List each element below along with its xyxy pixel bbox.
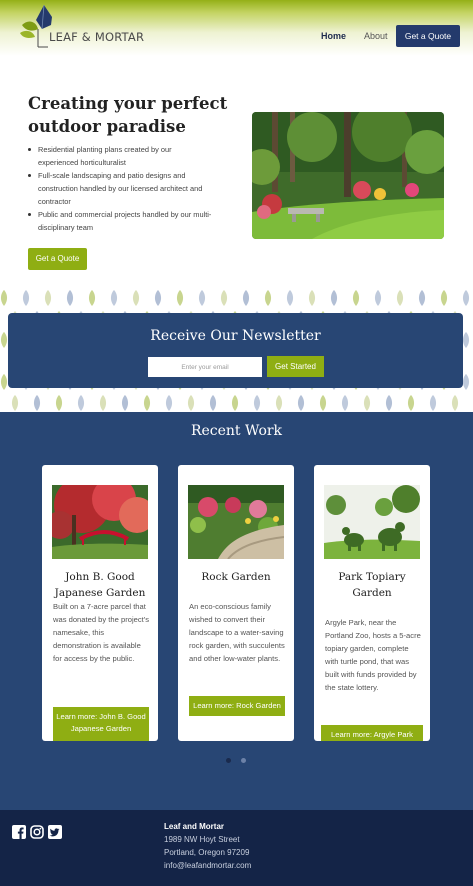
get-started-button[interactable]: Get Started	[267, 356, 324, 377]
hero-feature-list: Residential planting plans created by ou…	[28, 143, 213, 234]
list-item: Full-scale landscaping and patio designs…	[28, 169, 213, 208]
hero-garden-image	[252, 112, 444, 239]
recent-work-section: Recent Work John B. Good Japanese Garden…	[0, 412, 473, 810]
email-input[interactable]	[148, 357, 262, 377]
carousel-dot[interactable]	[241, 758, 246, 763]
nav-about[interactable]: About	[364, 31, 388, 41]
card-title: John B. Good Japanese Garden	[54, 571, 146, 599]
card-description: Built on a 7-acre parcel that was donate…	[53, 602, 150, 663]
card-description: Argyle Park, near the Portland Zoo, host…	[325, 618, 421, 692]
topiary-garden-image	[324, 485, 420, 559]
instagram-icon[interactable]	[30, 825, 44, 839]
learn-more-button[interactable]: Learn more: Argyle Park	[321, 725, 423, 741]
learn-more-button[interactable]: Learn more: Rock Garden	[189, 696, 285, 716]
rock-garden-image	[188, 485, 284, 559]
nav-home[interactable]: Home	[321, 31, 346, 41]
card-title: Park Topiary Garden	[338, 571, 406, 599]
footer-city: Portland, Oregon 97209	[164, 848, 250, 857]
hero-title: Creating your perfect outdoor paradise	[28, 94, 228, 136]
nav-quote-button[interactable]: Get a Quote	[396, 25, 460, 47]
list-item: Public and commercial projects handled b…	[28, 208, 213, 234]
card-description: An eco-conscious family wished to conver…	[189, 602, 285, 663]
site-header: LEAF & MORTAR Home About Get a Quote	[0, 0, 473, 56]
carousel-pagination	[224, 758, 250, 764]
project-card: John B. Good Japanese Garden Built on a …	[42, 465, 158, 741]
facebook-icon[interactable]	[12, 825, 26, 839]
twitter-icon[interactable]	[48, 825, 62, 839]
brand-name: LEAF & MORTAR	[49, 30, 145, 44]
site-footer: Leaf and Mortar 1989 NW Hoyt Street Port…	[0, 810, 473, 886]
japanese-garden-image	[52, 485, 148, 559]
learn-more-button[interactable]: Learn more: John B. Good Japanese Garden	[53, 707, 149, 741]
footer-company-name: Leaf and Mortar	[164, 822, 225, 831]
project-card: Park Topiary Garden Argyle Park, near th…	[314, 465, 430, 741]
newsletter-panel: Receive Our Newsletter Get Started	[8, 313, 463, 388]
footer-street: 1989 NW Hoyt Street	[164, 835, 240, 844]
carousel-dot[interactable]	[226, 758, 231, 763]
hero-quote-button[interactable]: Get a Quote	[28, 248, 87, 270]
newsletter-title: Receive Our Newsletter	[150, 328, 321, 344]
card-title: Rock Garden	[201, 571, 271, 583]
recent-work-title: Recent Work	[190, 423, 283, 439]
footer-email[interactable]: info@leafandmortar.com	[164, 861, 251, 870]
logo[interactable]: LEAF & MORTAR	[18, 5, 148, 49]
project-card: Rock Garden An eco-conscious family wish…	[178, 465, 294, 741]
list-item: Residential planting plans created by ou…	[28, 143, 213, 169]
